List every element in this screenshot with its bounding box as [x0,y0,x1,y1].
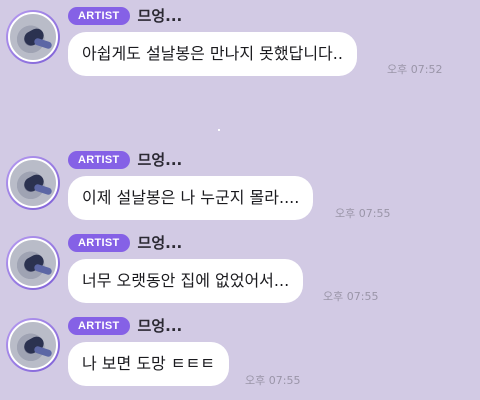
message-bubble[interactable]: 아쉽게도 설날봉은 만나지 못했답니다.. [68,32,357,76]
message-timestamp: 오후 07:55 [245,374,301,387]
avatar[interactable] [6,10,60,64]
profile-photo [8,12,58,62]
sender-name: 므엉... [137,7,183,25]
avatar[interactable] [6,156,60,210]
sender-row: ARTIST 므엉... [68,151,182,169]
sender-name: 므엉... [137,317,183,335]
message-bubble[interactable]: 나 보면 도망 ㅌㅌㅌ [68,342,230,386]
photo-figure-legs [33,345,53,358]
artist-badge: ARTIST [68,234,130,252]
sender-name: 므엉... [137,151,183,169]
photo-figure-legs [33,37,53,50]
avatar[interactable] [6,318,60,372]
sender-row: ARTIST 므엉... [68,317,182,335]
sender-row: ARTIST 므엉... [68,234,182,252]
avatar[interactable] [6,236,60,290]
message-timestamp: 오후 07:55 [335,207,391,220]
profile-photo [8,320,58,370]
message-timestamp: 오후 07:52 [387,63,443,76]
message-bubble[interactable]: 이제 설날봉은 나 누군지 몰라.... [68,176,314,220]
profile-photo [8,238,58,288]
sender-row: ARTIST 므엉... [68,7,182,25]
sender-name: 므엉... [137,234,183,252]
photo-figure-legs [33,263,53,276]
artist-badge: ARTIST [68,317,130,335]
photo-figure-legs [33,183,53,196]
artist-badge: ARTIST [68,7,130,25]
profile-photo [8,158,58,208]
message-timestamp: 오후 07:55 [323,290,379,303]
screen-speck [218,129,220,131]
message-bubble[interactable]: 너무 오랫동안 집에 없었어서... [68,259,304,303]
artist-badge: ARTIST [68,151,130,169]
